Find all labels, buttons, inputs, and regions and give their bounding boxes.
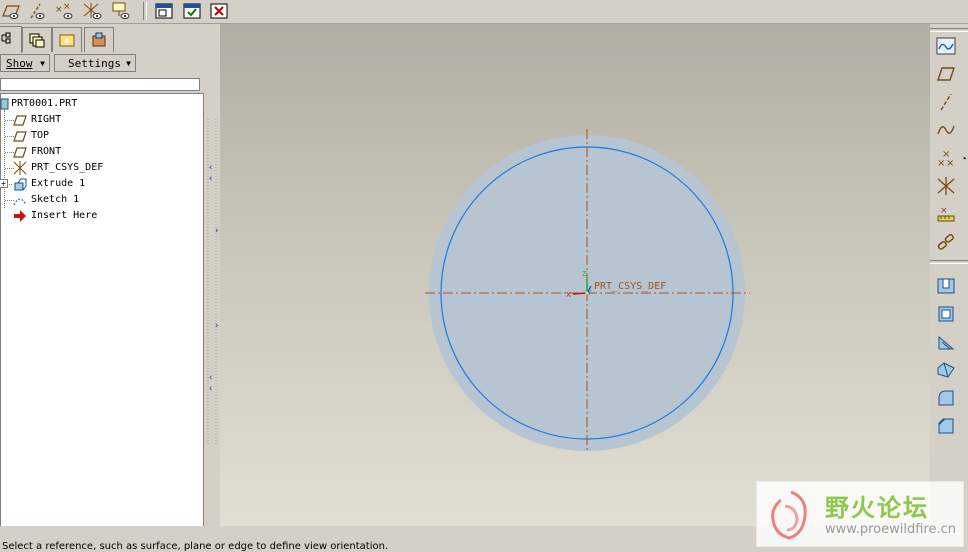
- svg-text:×: ×: [55, 5, 63, 15]
- chevron-down-icon: ▼: [40, 59, 45, 68]
- model-tree-tab[interactable]: [0, 26, 22, 53]
- draft-tool-icon[interactable]: [934, 358, 958, 382]
- folder-icon: [59, 34, 75, 47]
- toolbar-separator: [930, 260, 968, 264]
- show-dropdown[interactable]: Show ▼: [0, 54, 50, 72]
- y-axis-label: Y: [586, 289, 592, 297]
- datum-axis-tool-icon[interactable]: [934, 90, 958, 114]
- round-tool-icon[interactable]: [934, 386, 958, 410]
- toolbar-separator: [930, 28, 968, 32]
- svg-text:×: ×: [942, 149, 950, 160]
- tree-item-label: TOP: [31, 130, 50, 141]
- graphics-window[interactable]: Z X Y PRT_CSYS_DEF: [220, 24, 930, 526]
- csys-label: PRT_CSYS_DEF: [594, 281, 666, 292]
- tree-controls: Show ▼ Settings ▼: [0, 54, 205, 74]
- datum-plane-icon: [13, 115, 27, 126]
- sketch-tool-icon[interactable]: [934, 34, 958, 58]
- tree-item-label: PRT_CSYS_DEF: [31, 162, 104, 173]
- extrude-icon: [14, 178, 27, 191]
- tree-connector: [7, 184, 12, 185]
- svg-text:‹: ‹: [208, 373, 213, 383]
- tree-item-label: Sketch 1: [31, 194, 80, 205]
- settings-label: Settings: [68, 57, 121, 70]
- point-visibility-icon[interactable]: × ×: [54, 1, 76, 21]
- model-view: Z X Y PRT_CSYS_DEF: [425, 129, 750, 453]
- favorites-tab[interactable]: [84, 27, 114, 52]
- status-message: Select a reference, such as surface, pla…: [2, 541, 389, 552]
- layers-icon: [29, 33, 45, 48]
- tree-column-header: [0, 78, 200, 91]
- csys-visibility-icon[interactable]: [82, 1, 104, 21]
- tree-item-label: PRT0001.PRT: [11, 98, 78, 109]
- chain-tool-icon[interactable]: [934, 230, 958, 254]
- svg-text:‹: ‹: [208, 163, 213, 173]
- plane-visibility-icon[interactable]: [0, 1, 22, 21]
- tree-item-label: Extrude 1: [31, 178, 86, 189]
- toolbar-separator: [143, 2, 147, 20]
- svg-text:›: ›: [214, 321, 219, 331]
- favorites-icon: [92, 32, 106, 47]
- x-axis-label: X: [566, 291, 571, 299]
- rib-tool-icon[interactable]: [934, 330, 958, 354]
- svg-text:‹: ‹: [208, 384, 213, 394]
- hole-tool-icon[interactable]: [934, 274, 958, 298]
- shell-tool-icon[interactable]: [934, 302, 958, 326]
- navigator-panel: Show ▼ Settings ▼ PRT0001.PRT RIGHT TOP …: [0, 24, 205, 527]
- tree-item-label: FRONT: [31, 146, 62, 157]
- analysis-tool-icon[interactable]: ×: [934, 202, 958, 226]
- site-watermark: 野火论坛 www.proewildfire.cn: [756, 481, 964, 547]
- settings-dropdown[interactable]: Settings ▼: [54, 54, 136, 72]
- model-tree-icon: [1, 32, 11, 44]
- datum-point-tool-icon[interactable]: × × ×: [934, 146, 958, 170]
- layers-tab[interactable]: [22, 27, 52, 52]
- svg-text:×: ×: [940, 206, 948, 216]
- top-toolbar: × ×: [0, 0, 968, 24]
- folder-browser-tab[interactable]: [52, 27, 82, 52]
- model-tree: PRT0001.PRT RIGHT TOP FRONT PRT_CSYS_DEF…: [0, 93, 204, 527]
- svg-text:›: ›: [214, 226, 219, 236]
- tree-connector: [4, 110, 5, 208]
- tree-item-label: RIGHT: [31, 114, 62, 125]
- flyout-arrow-icon[interactable]: ▸: [963, 154, 967, 162]
- chamfer-tool-icon[interactable]: [934, 414, 958, 438]
- svg-text:‹: ‹: [208, 174, 213, 184]
- flame-logo-icon: [771, 490, 807, 540]
- csys-tool-icon[interactable]: [934, 174, 958, 198]
- watermark-url: www.proewildfire.cn: [825, 522, 956, 537]
- tree-item-label: Insert Here: [31, 210, 98, 221]
- chevron-down-icon: ▼: [126, 59, 131, 68]
- insert-arrow-icon: [14, 210, 26, 222]
- datum-plane-icon: [13, 131, 27, 142]
- annotation-visibility-icon[interactable]: [110, 1, 132, 21]
- show-label: Show: [6, 57, 33, 70]
- axis-visibility-icon[interactable]: [26, 1, 48, 21]
- svg-text:×: ×: [63, 2, 71, 12]
- datum-plane-icon: [13, 147, 27, 158]
- z-axis-label: Z: [582, 270, 587, 278]
- sash-handle: ‹ ‹ › › ‹ ‹: [207, 119, 219, 444]
- orient-ok-icon[interactable]: [181, 1, 203, 21]
- datum-plane-tool-icon[interactable]: [934, 62, 958, 86]
- cancel-icon[interactable]: [208, 1, 230, 21]
- watermark-title: 野火论坛: [825, 494, 929, 522]
- panel-sash[interactable]: ‹ ‹ › › ‹ ‹: [205, 24, 220, 526]
- feature-toolbar: × × × ▸ ×: [930, 24, 968, 526]
- sketch-icon: [13, 198, 27, 206]
- datum-curve-tool-icon[interactable]: [934, 118, 958, 142]
- navigator-tabs: [0, 26, 205, 53]
- repaint-icon[interactable]: [153, 1, 175, 21]
- csys-icon: [13, 161, 27, 175]
